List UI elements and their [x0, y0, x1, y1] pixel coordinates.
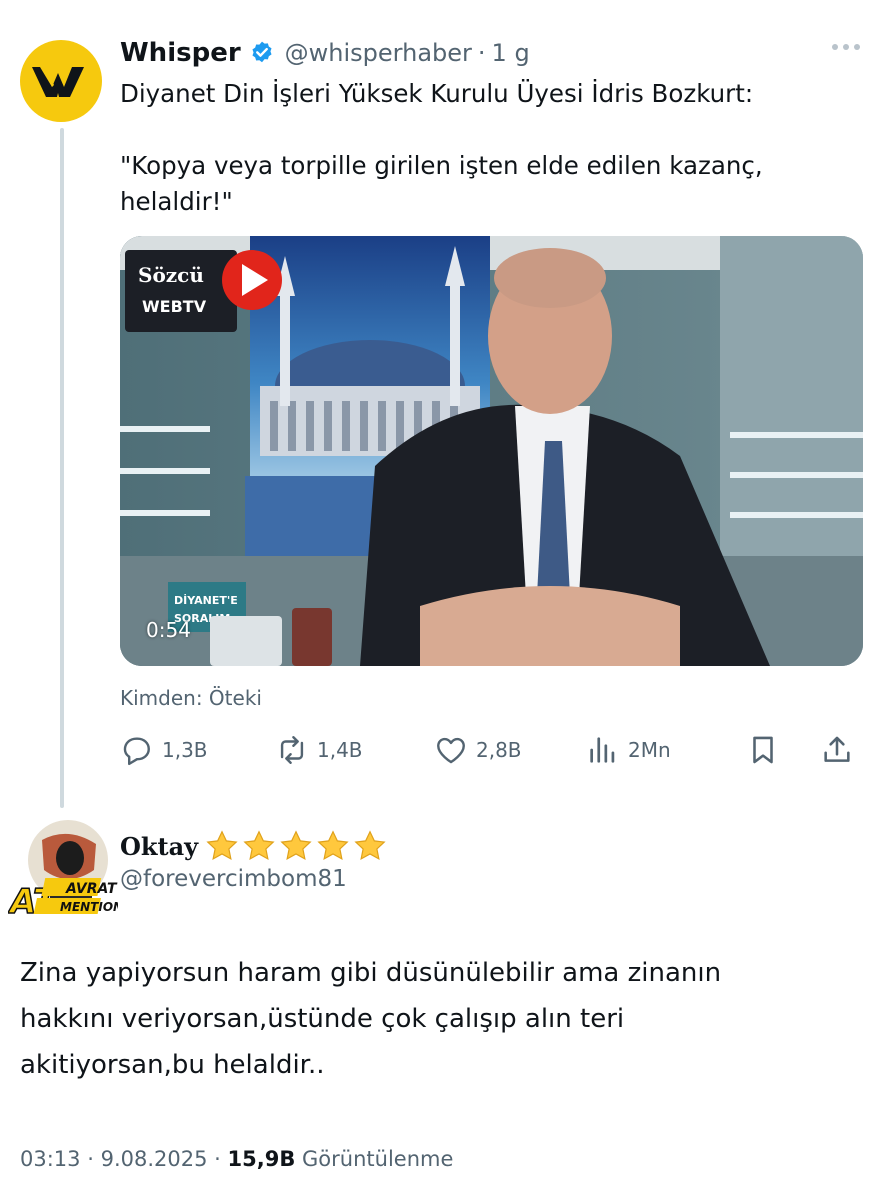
reply-avatar-image: AT AVRAT MENTION	[6, 820, 123, 923]
reply-views-count: 15,9B	[227, 1147, 296, 1171]
reply-count: 1,3B	[162, 738, 208, 762]
video-thumbnail: Sözcü WEBTV DİYANET'E SORALIM	[120, 236, 863, 666]
reply-icon	[123, 737, 150, 766]
share-button[interactable]	[820, 728, 854, 772]
retweet-button[interactable]: 1,4B	[275, 728, 363, 772]
tweet-actions: 1,3B 1,4B 2,8B 2Mn	[120, 728, 860, 772]
verified-badge-icon	[252, 41, 272, 63]
star-icon	[206, 830, 238, 861]
star-icon	[354, 830, 386, 861]
separator-dot: ·	[477, 39, 486, 67]
sozcu-logo-text: Sözcü	[138, 263, 204, 287]
author-handle[interactable]: @whisperhaber	[285, 39, 472, 67]
reply-author-name[interactable]: Oktay	[120, 832, 198, 861]
tweet-text-line-2: "Kopya veya torpille girilen işten elde …	[120, 151, 763, 216]
retweet-count: 1,4B	[317, 738, 363, 762]
reply-text: Zina yapiyorsun haram gibi düsünülebilir…	[20, 958, 722, 1080]
reply-time[interactable]: 03:13	[20, 1147, 81, 1171]
source-label[interactable]: Kimden: Öteki	[120, 686, 262, 710]
show-sign-top: DİYANET'E	[174, 593, 238, 607]
star-icon	[280, 830, 312, 861]
tweet-text: Diyanet Din İşleri Yüksek Kurulu Üyesi İ…	[120, 76, 860, 220]
views-count: 2Mn	[628, 738, 671, 762]
reply-button[interactable]: 1,3B	[120, 728, 208, 772]
tweet-time[interactable]: 1 g	[492, 39, 530, 67]
meta-separator: ·	[214, 1147, 228, 1171]
video-duration: 0:54	[146, 618, 191, 642]
views-icon	[590, 737, 615, 763]
star-rating	[204, 828, 388, 864]
author-avatar[interactable]	[20, 40, 102, 122]
reply-avatar[interactable]: AT AVRAT MENTION	[6, 818, 123, 923]
reply-author-handle[interactable]: @forevercimbom81	[120, 866, 347, 892]
like-count: 2,8B	[476, 738, 522, 762]
avatar-text-top: AVRAT	[65, 881, 118, 897]
play-icon	[222, 250, 282, 310]
tweet-text-line-1: Diyanet Din İşleri Yüksek Kurulu Üyesi İ…	[120, 79, 754, 108]
reply-views-label: Görüntülenme	[302, 1147, 454, 1171]
whisper-logo	[32, 67, 84, 97]
reply-meta: 03:13 · 9.08.2025 · 15,9B Görüntülenme	[20, 1147, 453, 1171]
reply-header: Oktay	[120, 826, 388, 866]
video-player[interactable]: Sözcü WEBTV DİYANET'E SORALIM 0:54	[120, 236, 863, 666]
tweet-header: Whisper @whisperhaber · 1 g	[120, 36, 530, 70]
share-icon	[824, 736, 850, 762]
star-icon	[243, 830, 275, 861]
bookmark-button[interactable]	[746, 728, 780, 772]
more-icon[interactable]	[832, 44, 860, 50]
star-icon	[317, 830, 349, 861]
retweet-icon	[280, 736, 304, 764]
reply-date[interactable]: 9.08.2025	[101, 1147, 208, 1171]
views-button[interactable]: 2Mn	[586, 728, 671, 772]
avatar-text-bottom: MENTION	[60, 900, 118, 914]
webtv-logo-text: WEBTV	[142, 297, 207, 316]
like-button[interactable]: 2,8B	[434, 728, 522, 772]
like-icon	[437, 737, 465, 764]
author-name[interactable]: Whisper	[120, 38, 241, 68]
meta-separator: ·	[87, 1147, 101, 1171]
thread-line	[60, 128, 64, 808]
bookmark-icon	[753, 736, 773, 764]
